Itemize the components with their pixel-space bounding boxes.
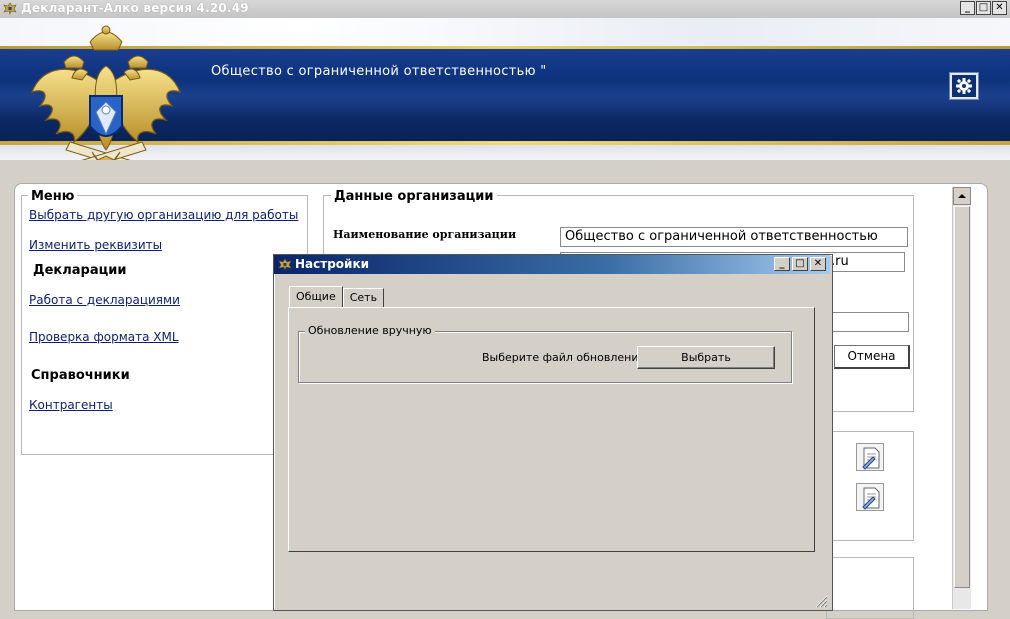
bottom-group xyxy=(826,557,914,619)
double-headed-eagle-emblem xyxy=(30,25,182,160)
eagle-app-icon xyxy=(3,2,17,15)
header-banner: Общество с ограниченной ответственностью… xyxy=(0,18,1010,160)
organization-name-label: Наименование организации xyxy=(333,228,517,241)
edit-document-button[interactable] xyxy=(856,443,884,471)
dialog-minimize-button[interactable]: _ xyxy=(774,257,790,271)
tab-general[interactable]: Общие xyxy=(289,286,343,307)
dialog-titlebar[interactable]: Настройки _ □ ✕ xyxy=(274,255,830,274)
choose-file-button[interactable]: Выбрать xyxy=(637,346,775,369)
declarations-heading: Декларации xyxy=(33,263,127,278)
counterparties-link[interactable]: Контрагенты xyxy=(29,398,113,412)
choose-update-file-label: Выберите файл обновления: xyxy=(482,351,649,364)
main-titlebar[interactable]: Декларант-Алко версия 4.20.49 _ □ ✕ xyxy=(0,0,1010,19)
xml-format-check-link[interactable]: Проверка формата XML xyxy=(29,330,179,344)
scroll-thumb[interactable] xyxy=(954,206,970,588)
work-with-declarations-link[interactable]: Работа с декларациями xyxy=(29,293,180,307)
window-title: Декларант-Алко версия 4.20.49 xyxy=(21,1,249,15)
edit-document-button-2[interactable] xyxy=(856,483,884,511)
settings-button[interactable] xyxy=(950,73,978,99)
references-heading: Справочники xyxy=(31,368,130,383)
dialog-maximize-button[interactable]: □ xyxy=(792,257,808,271)
close-button[interactable]: ✕ xyxy=(992,1,1007,15)
edit-document-icon xyxy=(862,487,880,510)
organization-name-field[interactable]: Общество с ограниченной ответственностью xyxy=(560,227,908,247)
gear-icon xyxy=(956,78,972,94)
organization-title: Общество с ограниченной ответственностью… xyxy=(211,64,547,79)
cancel-button[interactable]: Отмена xyxy=(834,345,910,369)
manual-update-title: Обновление вручную xyxy=(305,324,435,337)
eagle-app-icon xyxy=(278,258,292,271)
edit-requisites-link[interactable]: Изменить реквизиты xyxy=(29,238,162,252)
resize-grip-icon[interactable] xyxy=(812,592,828,608)
maximize-button[interactable]: □ xyxy=(976,1,991,15)
menu-group xyxy=(21,195,308,455)
minimize-button[interactable]: _ xyxy=(960,1,975,15)
scroll-up-button[interactable] xyxy=(953,187,971,205)
vertical-scrollbar[interactable] xyxy=(952,187,971,609)
dialog-title: Настройки xyxy=(295,257,370,271)
dialog-tabs: Общие Сеть xyxy=(289,286,385,308)
edit-document-icon xyxy=(862,447,880,470)
organization-data-title: Данные организации xyxy=(331,189,497,204)
menu-title: Меню xyxy=(28,189,78,204)
choose-organization-link[interactable]: Выбрать другую организацию для работы xyxy=(29,208,298,222)
tab-network[interactable]: Сеть xyxy=(342,288,385,307)
dialog-close-button[interactable]: ✕ xyxy=(810,257,826,271)
arrow-up-icon xyxy=(958,194,966,198)
